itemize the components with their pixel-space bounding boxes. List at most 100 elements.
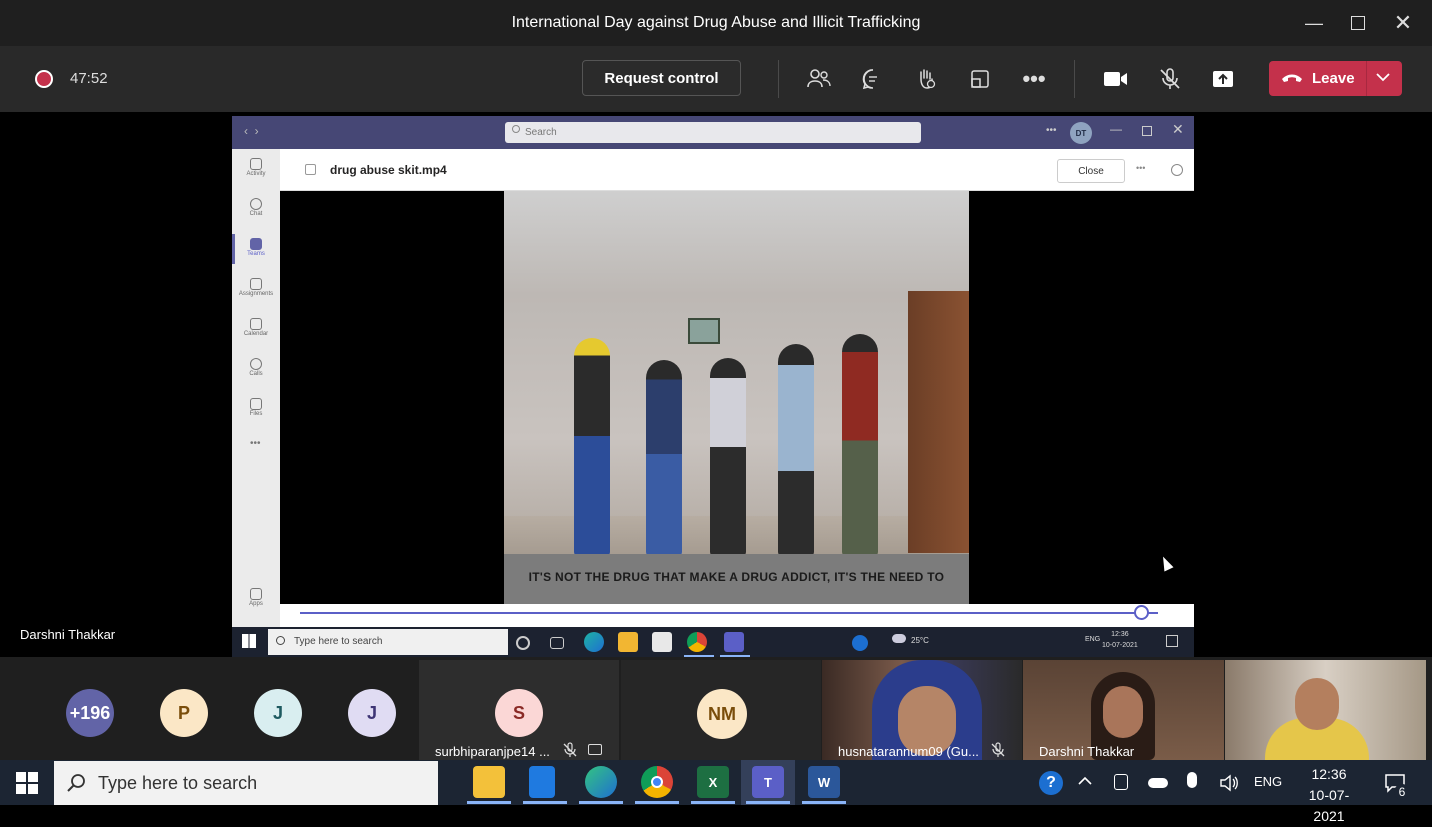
rail-active-indicator xyxy=(232,234,235,264)
maximize-icon[interactable] xyxy=(1336,0,1380,46)
taskbar-clock[interactable]: 12:36 10-07-2021 xyxy=(1296,764,1362,827)
inner-more-icon: ••• xyxy=(1046,125,1057,136)
chat-icon[interactable] xyxy=(857,64,889,94)
inner-weather-text: 25°C xyxy=(911,636,929,645)
active-app-indicator xyxy=(691,801,735,804)
rail-teams-icon: Teams xyxy=(236,236,276,270)
onedrive-icon[interactable] xyxy=(1148,778,1168,788)
inner-search-box: Search xyxy=(505,122,921,143)
file-chat-icon xyxy=(1171,164,1183,176)
excel-icon[interactable]: X xyxy=(697,766,729,798)
clock-time: 12:36 xyxy=(1311,766,1347,782)
active-app-indicator xyxy=(746,801,790,804)
inner-search-text: Search xyxy=(525,127,557,138)
meeting-timer: 47:52 xyxy=(70,70,108,87)
taskbar-search-input[interactable]: Type here to search xyxy=(54,761,438,805)
inner-edge-icon xyxy=(584,632,604,652)
chrome-icon[interactable] xyxy=(641,766,673,798)
rail-chat-icon: Chat xyxy=(236,196,276,230)
seek-knob xyxy=(1133,605,1149,620)
inner-date: 10-07-2021 xyxy=(1102,642,1138,649)
rail-label: Calls xyxy=(249,371,263,377)
inner-folder-icon xyxy=(618,632,638,652)
inner-taskbar-search: Type here to search xyxy=(268,629,508,655)
inner-maximize-icon xyxy=(1142,126,1152,136)
notepad-app-icon[interactable] xyxy=(529,766,555,798)
teams-icon[interactable]: T xyxy=(752,766,784,798)
file-explorer-icon[interactable] xyxy=(473,766,505,798)
camera-icon[interactable] xyxy=(1100,64,1132,94)
edge-icon[interactable] xyxy=(585,766,617,798)
rail-label: Files xyxy=(249,411,263,417)
leave-label[interactable]: Leave xyxy=(1312,61,1355,96)
inner-store-icon xyxy=(652,632,672,652)
file-more-icon: ••• xyxy=(1136,163,1146,173)
inner-lang: ENG xyxy=(1085,636,1101,643)
inner-time: 12:36 xyxy=(1111,631,1129,638)
inner-close-icon: ✕ xyxy=(1172,121,1184,137)
file-name: drug abuse skit.mp4 xyxy=(330,163,447,177)
mic-muted-icon[interactable] xyxy=(1154,64,1186,94)
leave-divider xyxy=(1366,61,1367,96)
participant-video-tile[interactable] xyxy=(1225,660,1426,760)
help-icon[interactable]: ? xyxy=(1039,771,1063,795)
video-person xyxy=(842,334,878,556)
inner-avatar: DT xyxy=(1070,122,1092,144)
language-indicator[interactable]: ENG xyxy=(1254,774,1282,789)
participant-avatar[interactable]: J xyxy=(254,689,302,737)
recording-icon xyxy=(35,70,53,88)
toolbar-divider xyxy=(1074,60,1075,98)
raise-hand-icon[interactable] xyxy=(910,64,942,94)
chevron-up-icon[interactable] xyxy=(1076,774,1094,793)
inner-weather-icon xyxy=(892,634,906,643)
participant-avatar: S xyxy=(495,689,543,737)
participant-avatar[interactable]: P xyxy=(160,689,208,737)
active-app-indicator xyxy=(467,801,511,804)
presenter-name: Darshni Thakkar xyxy=(20,627,116,642)
meet-now-icon[interactable] xyxy=(1114,774,1128,790)
chevron-down-icon[interactable] xyxy=(1374,70,1392,89)
inner-search-icon xyxy=(512,125,520,133)
windows-start-icon[interactable] xyxy=(16,772,38,799)
volume-icon[interactable] xyxy=(1219,774,1239,797)
more-icon[interactable]: ••• xyxy=(1018,64,1050,94)
active-app-indicator xyxy=(635,801,679,804)
inner-search-glass-icon xyxy=(276,636,285,645)
video-file-icon xyxy=(305,164,316,175)
meeting-title: International Day against Drug Abuse and… xyxy=(511,14,921,31)
inner-cortana-icon xyxy=(516,636,530,650)
hang-up-icon xyxy=(1280,70,1304,91)
video-person xyxy=(778,344,814,556)
seek-bar-bg xyxy=(280,604,1194,627)
word-icon[interactable]: W xyxy=(808,766,840,798)
inner-teams-icon xyxy=(724,632,744,652)
participant-name: Darshni Thakkar xyxy=(1039,744,1135,759)
request-control-button[interactable]: Request control xyxy=(582,60,741,96)
minimize-icon[interactable]: — xyxy=(1292,0,1336,46)
seek-track xyxy=(300,612,1158,614)
share-icon[interactable] xyxy=(1207,64,1239,94)
rail-apps-icon: Apps xyxy=(236,586,276,620)
video-wall-picture xyxy=(688,318,720,344)
participant-avatar: NM xyxy=(697,689,747,739)
rail-label: Apps xyxy=(249,601,263,607)
notification-count: 6 xyxy=(1394,784,1410,800)
rail-assignments-icon: Assignments xyxy=(236,276,276,310)
active-app-indicator xyxy=(523,801,567,804)
participant-avatar[interactable]: J xyxy=(348,689,396,737)
shared-screen: ‹ › Search ••• DT — ✕ Activity Chat Team… xyxy=(232,116,1194,657)
close-window-icon[interactable]: ✕ xyxy=(1381,0,1425,46)
people-icon[interactable] xyxy=(803,64,835,94)
rail-label: Activity xyxy=(246,171,266,177)
rail-calendar-icon: Calendar xyxy=(236,316,276,350)
rail-label: Teams xyxy=(247,251,265,257)
search-icon xyxy=(66,773,86,798)
share-tray-icon[interactable] xyxy=(964,64,996,94)
overflow-participants-avatar[interactable]: +196 xyxy=(66,689,114,737)
screen-share-status-icon xyxy=(588,744,602,755)
clock-date: 10-07-2021 xyxy=(1308,787,1350,824)
inner-help-icon xyxy=(852,635,868,651)
participant-name: surbhiparanjpe14 ... xyxy=(435,744,550,759)
microphone-icon[interactable] xyxy=(1187,772,1197,788)
rail-label: Assignments xyxy=(238,291,274,297)
